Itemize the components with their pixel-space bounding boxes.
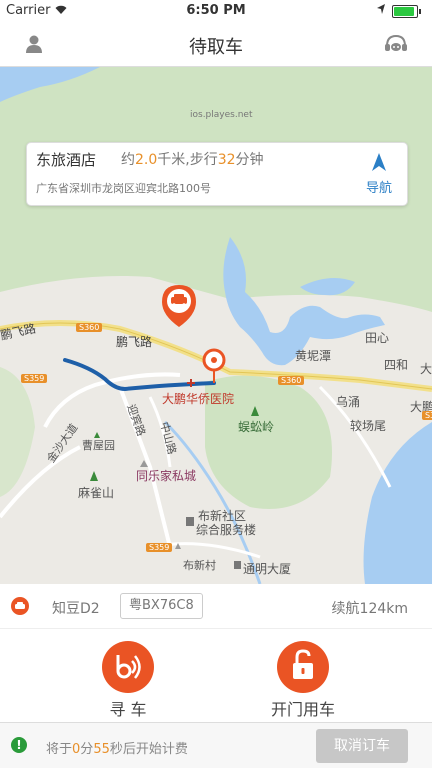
unlock-icon-circle: [277, 641, 329, 693]
destination-card[interactable]: 东旅酒店 约2.0千米,步行32分钟 广东省深圳市龙岗区迎宾北路100号 导航: [26, 142, 408, 206]
destination-distance: 约2.0千米,步行32分钟: [121, 152, 264, 168]
map-label: 黄坭潭: [295, 349, 332, 363]
map-label: 麻雀山: [78, 486, 115, 500]
building-marker: [186, 517, 194, 526]
unlock-car-label: 开门用车: [270, 700, 335, 719]
map-watermark: ios.playes.net: [190, 110, 253, 120]
find-car-button[interactable]: 寻 车: [83, 641, 173, 721]
find-car-icon-circle: [102, 641, 154, 693]
road-badge: S360: [278, 376, 305, 385]
horn-signal-icon: [116, 655, 141, 679]
unlock-icon: [293, 649, 313, 679]
license-plate: 粤BX76C8: [120, 593, 203, 619]
battery-cap: [419, 9, 421, 14]
building-marker: [234, 561, 241, 569]
map-label: 通明大厦: [243, 562, 292, 576]
navigate-button[interactable]: 导航: [359, 153, 399, 199]
road-label: 鹏飞路: [116, 335, 153, 349]
map-label: 四和: [384, 358, 409, 372]
alert-icon: !: [11, 737, 27, 753]
map-view[interactable]: ios.playes.net 仔 田心 黄坭潭 四和 大鹏 乌涌 大鹏 较场尾 …: [0, 67, 432, 584]
map-label: 大鹏: [420, 362, 432, 376]
destination-name: 东旅酒店: [36, 151, 97, 169]
car-info-row: 知豆D2 粤BX76C8 续航124km: [0, 584, 432, 629]
billing-countdown: 将于0分55秒后开始计费: [46, 742, 188, 757]
map-label: 综合服务楼: [196, 523, 257, 537]
road-badge: S359: [21, 374, 48, 383]
map-label: 大鹏华侨医院: [162, 392, 235, 406]
customer-service-icon[interactable]: [384, 34, 408, 54]
road-badge: S360: [76, 323, 103, 332]
unlock-car-button[interactable]: 开门用车: [258, 641, 348, 721]
battery-fill: [394, 7, 414, 16]
map-label: 乌涌: [336, 395, 361, 409]
road-badge: S359: [146, 543, 173, 552]
map-label: 较场尾: [350, 419, 387, 433]
navigation-arrow-icon: [372, 153, 386, 171]
map-label: 蜈蚣岭: [238, 420, 275, 434]
navigate-label: 导航: [365, 181, 392, 196]
car-range: 续航124km: [331, 601, 408, 617]
countdown-seconds: 55: [93, 742, 110, 757]
walk-minutes: 32: [217, 152, 236, 168]
page-title: 待取车: [189, 37, 243, 58]
map-label: 布新村: [183, 559, 216, 572]
find-car-label: 寻 车: [109, 700, 147, 719]
map-label: 同乐家私城: [136, 469, 197, 483]
map-label: 曹屋园: [82, 439, 115, 452]
battery-icon: [392, 5, 421, 18]
action-panel: 寻 车 开门用车: [0, 629, 432, 723]
clock: 6:50 PM: [186, 3, 246, 18]
destination-address: 广东省深圳市龙岗区迎宾北路100号: [36, 182, 211, 195]
road-badge: S359: [422, 411, 432, 420]
car-icon: [11, 597, 29, 615]
nav-bar: 待取车: [0, 22, 432, 67]
cancel-order-button[interactable]: 取消订车: [316, 729, 408, 763]
map-label: 田心: [365, 331, 390, 345]
distance-value: 2.0: [135, 152, 158, 168]
status-bar: Carrier 6:50 PM: [0, 0, 432, 22]
location-arrow-icon: [376, 3, 386, 18]
footer-bar: ! 将于0分55秒后开始计费 取消订车: [0, 723, 432, 768]
car-model: 知豆D2: [52, 601, 100, 617]
